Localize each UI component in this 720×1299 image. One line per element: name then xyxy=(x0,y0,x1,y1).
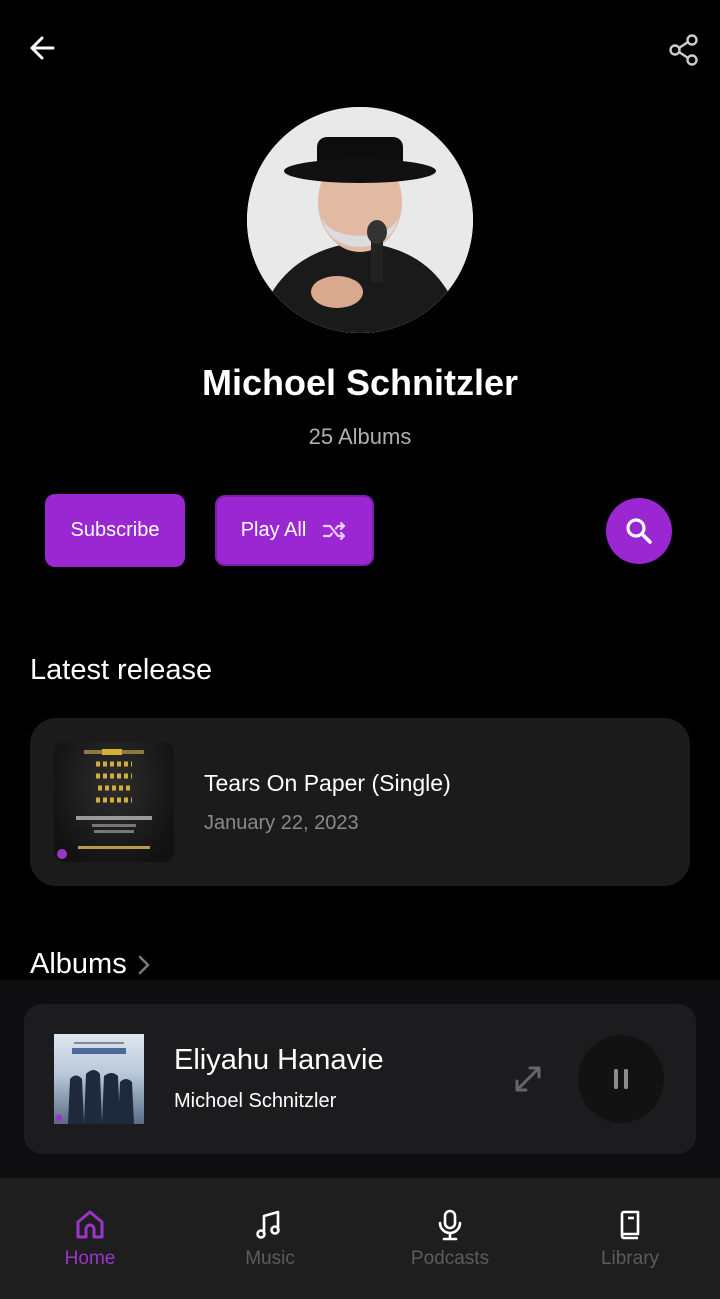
share-button[interactable] xyxy=(664,30,704,70)
nav-label-library: Library xyxy=(600,1248,660,1269)
artist-photo xyxy=(247,107,473,333)
play-all-label: Play All xyxy=(240,519,307,541)
artist-name: Michoel Schnitzler xyxy=(201,362,519,403)
microphone-icon xyxy=(438,1209,462,1241)
expand-icon xyxy=(515,1066,541,1092)
pause-icon xyxy=(614,1069,628,1089)
expand-player-button[interactable] xyxy=(510,1061,546,1097)
subscribe-label: Subscribe xyxy=(70,519,160,541)
release-title: Tears On Paper (Single) xyxy=(204,770,451,796)
release-cover-art xyxy=(54,742,174,862)
arrow-left-icon xyxy=(30,36,55,60)
mini-player[interactable]: Eliyahu Hanavie Michoel Schnitzler xyxy=(24,1004,696,1154)
chevron-right-icon xyxy=(138,955,150,974)
subscribe-button[interactable]: Subscribe xyxy=(45,494,185,567)
play-all-button[interactable]: Play All xyxy=(215,495,374,566)
nav-item-home[interactable]: Home xyxy=(0,1178,180,1299)
nav-item-library[interactable]: Library xyxy=(540,1178,720,1299)
nav-label-music: Music xyxy=(245,1248,295,1269)
share-icon xyxy=(669,34,698,66)
latest-release-card[interactable]: Tears On Paper (Single) January 22, 2023 xyxy=(30,718,690,886)
artist-avatar xyxy=(247,107,473,333)
nav-item-podcasts[interactable]: Podcasts xyxy=(360,1178,540,1299)
top-bar xyxy=(0,0,720,100)
latest-release-heading: Latest release xyxy=(30,654,213,686)
release-date: January 22, 2023 xyxy=(204,812,359,834)
book-icon xyxy=(620,1210,640,1240)
bottom-navigation: Home Music Podcasts Library xyxy=(0,1178,720,1299)
now-playing-title: Eliyahu Hanavie xyxy=(174,1044,384,1076)
music-note-icon xyxy=(256,1210,280,1239)
back-button[interactable] xyxy=(24,30,60,66)
nav-label-podcasts: Podcasts xyxy=(410,1248,490,1269)
album-count: 25 Albums xyxy=(308,424,412,449)
now-playing-artist: Michoel Schnitzler xyxy=(174,1090,337,1112)
albums-heading-link[interactable]: Albums xyxy=(30,948,151,981)
release-cover-image xyxy=(57,749,152,859)
home-icon xyxy=(76,1210,104,1239)
nav-label-home: Home xyxy=(64,1248,116,1269)
search-button[interactable] xyxy=(606,498,672,564)
shuffle-icon xyxy=(323,521,346,540)
search-icon xyxy=(626,518,652,544)
nav-item-music[interactable]: Music xyxy=(180,1178,360,1299)
pause-button[interactable] xyxy=(578,1035,664,1123)
albums-heading: Albums xyxy=(30,948,127,980)
now-playing-cover-art xyxy=(54,1034,144,1124)
now-playing-cover-image xyxy=(55,1042,134,1124)
